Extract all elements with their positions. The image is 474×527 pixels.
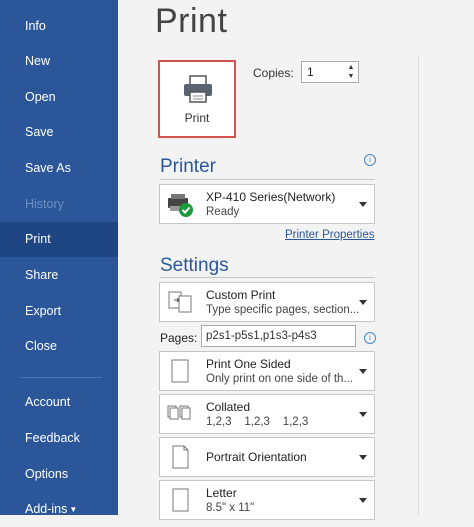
- copies-stepper[interactable]: 1 ▲ ▼: [301, 61, 359, 83]
- copies-label: Copies:: [253, 66, 294, 80]
- sidebar-item-close[interactable]: Close: [0, 329, 118, 364]
- sidebar-item-add-ins[interactable]: Add-ins ▼: [0, 492, 118, 527]
- print-button[interactable]: Print: [158, 60, 236, 138]
- copies-value: 1: [307, 65, 314, 79]
- sidebar-item-options[interactable]: Options: [0, 457, 118, 492]
- pages-input[interactable]: [201, 325, 356, 347]
- custom-pages-icon: [168, 291, 192, 313]
- chevron-down-icon: [359, 455, 367, 460]
- sidebar-item-label: Add-ins: [25, 502, 68, 516]
- paper-size-icon: [172, 488, 189, 512]
- setting-title: Portrait Orientation: [206, 450, 307, 464]
- info-icon[interactable]: i: [364, 154, 376, 166]
- setting-title: Letter: [206, 486, 237, 500]
- print-button-label: Print: [184, 111, 210, 125]
- printer-properties-link[interactable]: Printer Properties: [285, 229, 374, 241]
- printer-ready-icon: [168, 194, 193, 217]
- sidebar-item-save[interactable]: Save: [0, 115, 118, 150]
- setting-subtitle: Only print on one side of th...: [206, 373, 354, 385]
- spin-up-icon[interactable]: ▲: [346, 63, 356, 72]
- setting-subtitle: 8.5" x 11": [206, 502, 255, 514]
- print-range-select[interactable]: Custom Print Type specific pages, sectio…: [159, 282, 375, 322]
- sidebar-item-info[interactable]: Info: [0, 9, 118, 44]
- sidebar-item-history: History: [25, 197, 64, 211]
- sidebar-item-account[interactable]: Account: [0, 385, 118, 420]
- panel-divider: [418, 55, 419, 515]
- chevron-down-icon: ▼: [69, 505, 78, 515]
- sidebar-divider: [20, 377, 102, 378]
- info-icon[interactable]: i: [364, 332, 376, 344]
- setting-title: Custom Print: [206, 288, 276, 302]
- printer-select[interactable]: XP-410 Series(Network) Ready: [159, 184, 375, 224]
- paper-size-select[interactable]: Letter 8.5" x 11": [159, 480, 375, 520]
- sidebar-item-new[interactable]: New: [0, 44, 118, 79]
- one-sided-page-icon: [171, 359, 189, 383]
- sidebar-item-export[interactable]: Export: [0, 294, 118, 329]
- backstage-sidebar: Info New Open Save Save As History Print…: [0, 0, 118, 516]
- chevron-down-icon: [359, 498, 367, 503]
- chevron-down-icon: [359, 202, 367, 207]
- chevron-down-icon: [359, 300, 367, 305]
- setting-subtitle: 1,2,3 1,2,3 1,2,3: [206, 416, 309, 428]
- print-panel: Print Print Copies: 1 ▲ ▼ Printer i XP-4…: [118, 0, 474, 520]
- collation-select[interactable]: Collated 1,2,3 1,2,3 1,2,3: [159, 394, 375, 434]
- printer-name: XP-410 Series(Network): [206, 190, 336, 204]
- settings-heading: Settings: [160, 255, 229, 276]
- sidebar-item-share[interactable]: Share: [0, 258, 118, 293]
- collated-pages-icon: [167, 405, 191, 420]
- page-title: Print: [155, 2, 228, 40]
- divider: [160, 277, 375, 278]
- chevron-down-icon: [359, 369, 367, 374]
- setting-title: Collated: [206, 400, 251, 414]
- printer-status: Ready: [206, 206, 240, 218]
- printer-icon: [184, 75, 212, 103]
- sidebar-item-print[interactable]: Print: [0, 222, 118, 257]
- spin-down-icon[interactable]: ▼: [346, 72, 356, 81]
- printer-heading: Printer: [160, 156, 216, 177]
- pages-label: Pages:: [160, 331, 198, 345]
- divider: [160, 179, 375, 180]
- portrait-page-icon: [172, 445, 189, 469]
- orientation-select[interactable]: Portrait Orientation: [159, 437, 375, 477]
- sidebar-item-open[interactable]: Open: [0, 80, 118, 115]
- setting-subtitle: Type specific pages, section...: [206, 304, 360, 316]
- sidebar-item-save-as[interactable]: Save As: [0, 151, 118, 186]
- chevron-down-icon: [359, 412, 367, 417]
- setting-title: Print One Sided: [206, 357, 291, 371]
- sidebar-item-feedback[interactable]: Feedback: [0, 421, 118, 456]
- sides-select[interactable]: Print One Sided Only print on one side o…: [159, 351, 375, 391]
